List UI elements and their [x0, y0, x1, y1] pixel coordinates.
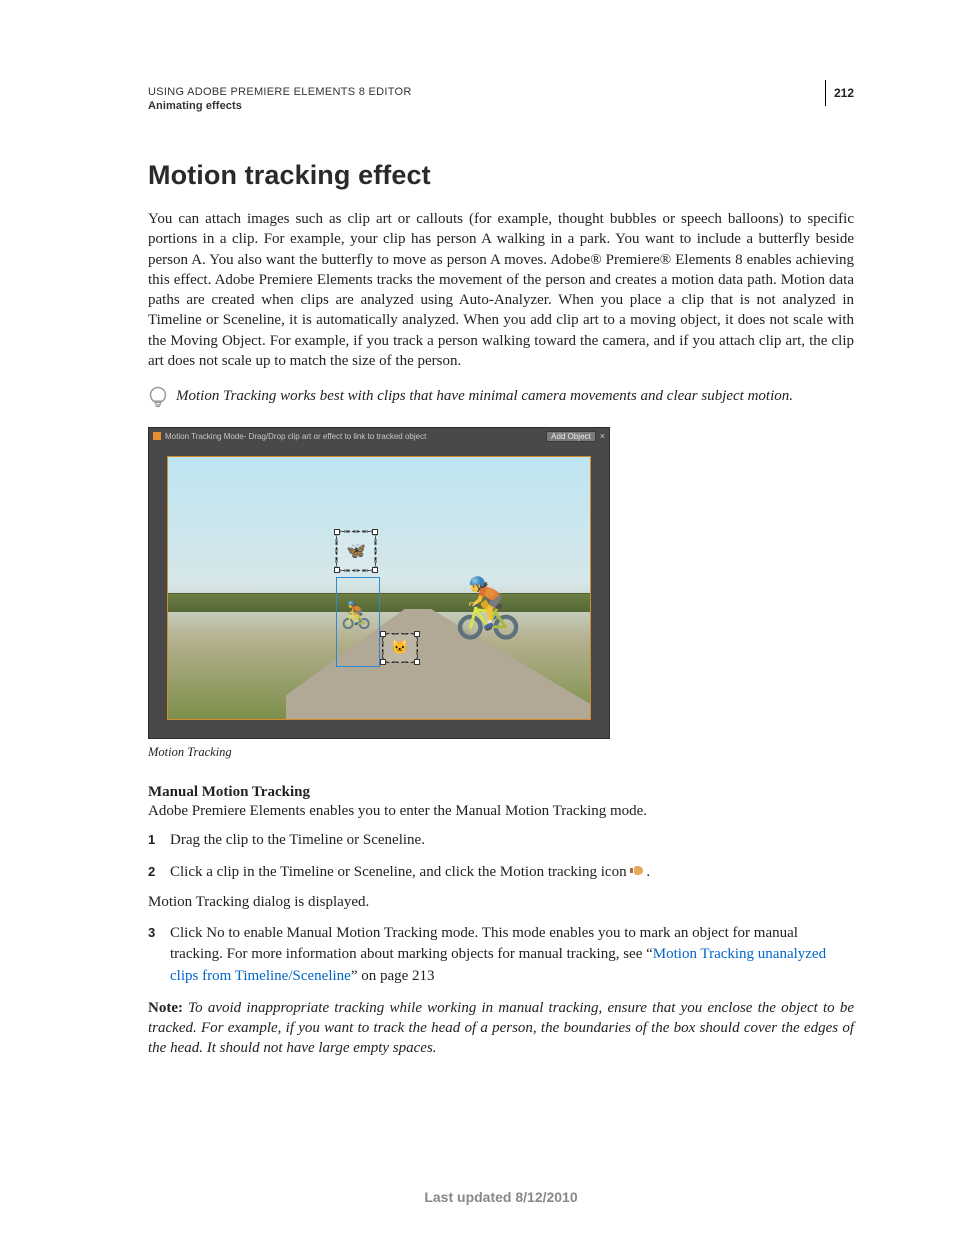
figure: Motion Tracking Mode - Drag/Drop clip ar…: [148, 427, 610, 739]
figure-caption: Motion Tracking: [148, 745, 854, 760]
step-3: Click No to enable Manual Motion Trackin…: [148, 923, 854, 988]
header-rule: [825, 80, 826, 106]
header-subtitle: Animating effects: [148, 100, 815, 112]
tracking-box-butterfly[interactable]: [336, 531, 376, 571]
figure-titlebar: Motion Tracking Mode - Drag/Drop clip ar…: [149, 428, 609, 444]
add-object-button[interactable]: Add Object: [546, 431, 596, 442]
tip-text: Motion Tracking works best with clips th…: [176, 385, 793, 411]
scenery-path: [286, 609, 591, 719]
body-paragraph: You can attach images such as clip art o…: [148, 209, 854, 371]
tracking-box-clipart[interactable]: [382, 633, 418, 663]
close-icon[interactable]: ×: [600, 431, 605, 441]
note-label: Note:: [148, 1000, 183, 1016]
titlebar-label: Motion Tracking Mode: [165, 432, 244, 441]
subheading: Manual Motion Tracking: [148, 784, 854, 801]
page-number-wrap: 212: [815, 86, 854, 106]
step-2-text-a: Click a clip in the Timeline or Scenelin…: [170, 864, 630, 880]
titlebar-hint: - Drag/Drop clip art or effect to link t…: [244, 432, 427, 441]
intro-line: Adobe Premiere Elements enables you to e…: [148, 803, 854, 820]
steps-list-cont: Click No to enable Manual Motion Trackin…: [148, 923, 854, 988]
app-icon: [153, 432, 161, 440]
cyclist-big: 🚴: [452, 575, 524, 643]
note-block: Note: To avoid inappropriate tracking wh…: [148, 998, 854, 1059]
header-text: USING ADOBE PREMIERE ELEMENTS 8 EDITOR A…: [148, 86, 815, 112]
figure-frame: Motion Tracking Mode - Drag/Drop clip ar…: [148, 427, 610, 739]
page-number: 212: [834, 86, 854, 106]
step-2-text-b: .: [646, 864, 650, 880]
step-1-text: Drag the clip to the Timeline or Sceneli…: [170, 832, 425, 848]
tracking-box-person[interactable]: [336, 577, 380, 667]
footer-updated: Last updated 8/12/2010: [148, 1189, 854, 1205]
tip-block: Motion Tracking works best with clips th…: [148, 385, 854, 411]
between-text: Motion Tracking dialog is displayed.: [148, 894, 854, 911]
steps-list: Drag the clip to the Timeline or Sceneli…: [148, 830, 854, 884]
header-title: USING ADOBE PREMIERE ELEMENTS 8 EDITOR: [148, 86, 815, 98]
note-text: To avoid inappropriate tracking while wo…: [148, 1000, 854, 1057]
step-2: Click a clip in the Timeline or Scenelin…: [148, 862, 854, 884]
page-title: Motion tracking effect: [148, 160, 854, 191]
step-3-text-b: ” on page 213: [351, 968, 435, 984]
step-1: Drag the clip to the Timeline or Sceneli…: [148, 830, 854, 852]
lightbulb-icon: [148, 385, 172, 411]
video-preview: 🚴 🚴: [167, 456, 591, 720]
motion-tracking-icon: [630, 865, 646, 877]
page-header: USING ADOBE PREMIERE ELEMENTS 8 EDITOR A…: [148, 86, 854, 112]
document-page: USING ADOBE PREMIERE ELEMENTS 8 EDITOR A…: [0, 0, 954, 1245]
